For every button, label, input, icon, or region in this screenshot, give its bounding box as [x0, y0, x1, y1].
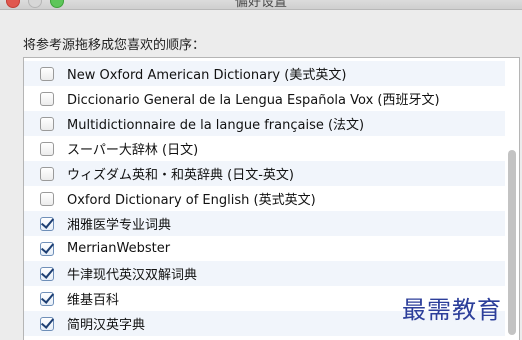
checkbox[interactable]: [40, 66, 54, 81]
checkbox-checked[interactable]: [40, 316, 54, 331]
list-item[interactable]: Multidictionnaire de la langue française…: [24, 111, 507, 136]
checkbox[interactable]: [40, 116, 54, 131]
dictionary-name: MerrianWebster: [67, 241, 171, 256]
list-item[interactable]: Oxford Dictionary of English (英式英文): [24, 186, 507, 211]
checkbox[interactable]: [40, 91, 54, 106]
checkbox[interactable]: [40, 191, 54, 206]
dictionary-name: ウィズダム英和・和英辞典 (日文-英文): [67, 168, 294, 183]
list-item[interactable]: 牛津现代英汉双解词典: [24, 261, 507, 286]
dictionary-name: Oxford Dictionary of English (英式英文): [67, 193, 316, 208]
list-item[interactable]: ウィズダム英和・和英辞典 (日文-英文): [24, 161, 507, 186]
scrollbar-thumb[interactable]: [508, 150, 516, 335]
instruction-label: 将参考源拖移成您喜欢的顺序：: [23, 38, 206, 53]
checkbox-checked[interactable]: [40, 291, 54, 306]
dictionary-name: Diccionario General de la Lengua Español…: [67, 93, 440, 108]
checkbox-checked[interactable]: [40, 216, 54, 231]
scrollbar[interactable]: [505, 58, 519, 340]
dictionary-name: 牛津现代英汉双解词典: [67, 268, 198, 283]
list-item[interactable]: 湘雅医学专业词典: [24, 211, 507, 236]
dictionary-name: 维基百科: [67, 293, 120, 308]
dictionary-name: 简明汉英字典: [67, 318, 146, 333]
list-item[interactable]: New Oxford American Dictionary (美式英文): [24, 61, 507, 86]
list-item[interactable]: MerrianWebster: [24, 236, 507, 261]
window-title: 偏好设置: [234, 0, 287, 10]
checkbox[interactable]: [40, 141, 54, 156]
dictionary-name: New Oxford American Dictionary (美式英文): [67, 68, 347, 83]
title-bar: 偏好设置: [0, 0, 522, 10]
list-item[interactable]: Diccionario General de la Lengua Español…: [24, 86, 507, 111]
list-item[interactable]: スーパー大辞林 (日文): [24, 136, 507, 161]
dictionary-name: スーパー大辞林 (日文): [67, 143, 199, 158]
checkbox-checked[interactable]: [40, 241, 54, 256]
dictionary-name: 湘雅医学专业词典: [67, 218, 172, 233]
checkbox-checked[interactable]: [40, 266, 54, 281]
watermark: 最需教育: [402, 296, 502, 324]
dictionary-name: Multidictionnaire de la langue française…: [67, 118, 365, 133]
checkbox[interactable]: [40, 166, 54, 181]
